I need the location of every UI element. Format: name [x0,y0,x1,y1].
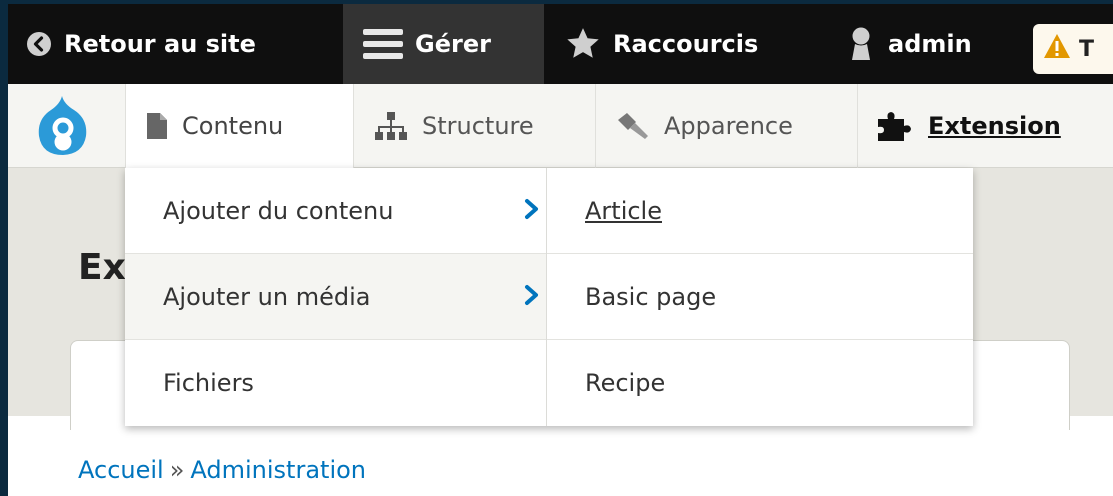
chevron-left-circle-icon [26,31,52,57]
menu-item-files[interactable]: Fichiers [125,340,546,426]
tray-item-content[interactable]: Contenu [125,84,353,168]
manage-label: Gérer [415,30,491,58]
dropdown-submenu-column: Article Basic page Recipe [547,168,973,426]
menu-item-add-media-label: Ajouter un média [163,282,371,311]
content-dropdown-menu: Ajouter du contenu Ajouter un média Fich… [125,168,973,426]
submenu-item-basic-page[interactable]: Basic page [547,254,973,340]
menu-item-add-content-label: Ajouter du contenu [163,196,394,225]
admin-toolbar: Retour au site Gérer Raccourcis admin T [8,4,1113,84]
user-tab[interactable]: admin [846,4,972,84]
warning-label: T [1079,36,1095,62]
tray-label-appearance: Apparence [664,112,793,140]
submenu-item-recipe[interactable]: Recipe [547,340,973,426]
puzzle-icon [876,110,914,142]
submenu-item-recipe-label: Recipe [585,369,666,397]
shortcuts-tab[interactable]: Raccourcis [565,4,758,84]
breadcrumb-administration-link[interactable]: Administration [190,456,366,484]
sitemap-icon [374,111,408,141]
warning-icon [1043,33,1071,65]
page-title: Ex [78,247,126,288]
menu-item-add-content[interactable]: Ajouter du contenu [125,168,546,254]
user-label: admin [888,30,972,58]
back-to-site-label: Retour au site [64,30,256,58]
submenu-item-article[interactable]: Article [547,168,973,254]
tray-label-extension: Extension [928,112,1061,140]
breadcrumb-home-link[interactable]: Accueil [78,456,164,484]
warning-badge[interactable]: T [1033,24,1113,74]
drupal-logo-icon[interactable] [28,94,98,158]
dropdown-primary-column: Ajouter du contenu Ajouter un média Fich… [125,168,547,426]
hamburger-icon [363,27,403,61]
back-to-site-link[interactable]: Retour au site [26,4,256,84]
submenu-item-article-label: Article [585,196,662,225]
menu-item-files-label: Fichiers [163,369,254,397]
tray-item-appearance[interactable]: Apparence [595,84,857,168]
tray-item-extension[interactable]: Extension [857,84,1113,168]
menu-item-add-media[interactable]: Ajouter un média [125,254,546,340]
tray-label-structure: Structure [422,112,534,140]
tray-label-content: Contenu [182,112,284,140]
app-frame: Retour au site Gérer Raccourcis admin T [8,4,1113,496]
paintbrush-icon [616,111,650,141]
manage-tab[interactable]: Gérer [343,4,544,84]
breadcrumb-separator: » [169,456,185,484]
user-icon [846,26,876,62]
breadcrumb: Accueil» Administration [78,456,366,484]
tray-item-structure[interactable]: Structure [353,84,595,168]
shortcuts-label: Raccourcis [613,30,759,58]
file-icon [146,112,168,140]
admin-tray: Contenu Structure Apparence Extension [8,84,1113,168]
chevron-right-icon [524,198,540,226]
star-icon [565,27,601,61]
submenu-item-basic-page-label: Basic page [585,282,717,311]
chevron-right-icon [524,284,540,312]
